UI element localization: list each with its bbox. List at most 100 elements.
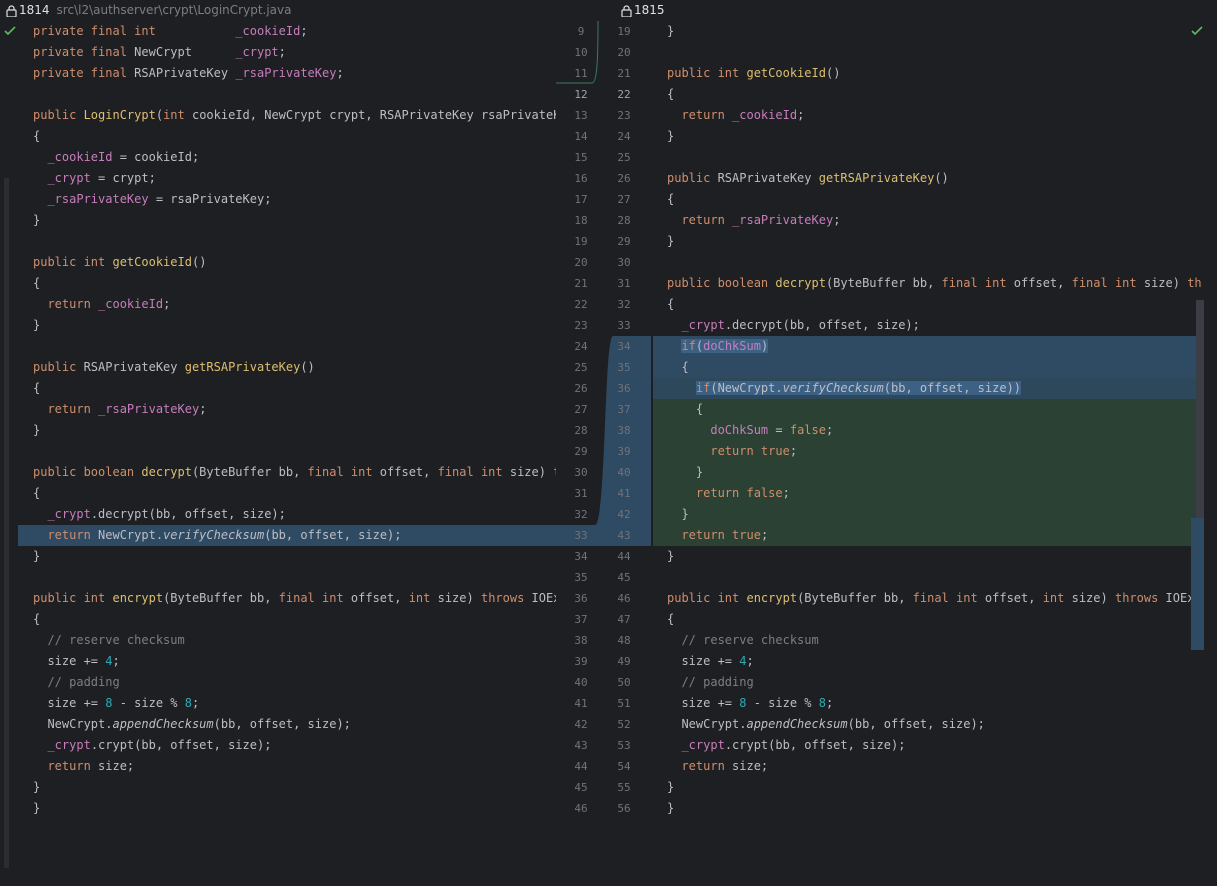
code-token: public int <box>667 66 747 80</box>
code-token: RSAPrivateKey <box>134 66 236 80</box>
code-token: _crypt <box>47 171 91 185</box>
code-token: ; <box>336 66 344 80</box>
code-token: _cookieId <box>235 24 301 38</box>
code-token: ; <box>746 654 754 668</box>
code-token: appendChecksum <box>746 717 848 731</box>
line-number: 29 <box>574 445 588 458</box>
line-number: 20 <box>574 256 588 269</box>
line-number-gutter: 9 19 10 20 11 21 12 22 13 23 14 24 15 25 16 26 17 27 18 28 1… <box>556 21 651 886</box>
line-number: 48 <box>617 634 631 647</box>
line-number: 45 <box>617 571 631 584</box>
line-number: 23 <box>574 319 588 332</box>
line-number: 29 <box>617 235 631 248</box>
code-token: = crypt; <box>90 171 156 185</box>
code-token: .decrypt(bb, offset, size); <box>724 318 920 332</box>
right-code-line: } <box>667 546 674 567</box>
code-token: // padding <box>681 675 754 689</box>
right-code-line: NewCrypt.appendChecksum(bb, offset, size… <box>667 714 984 735</box>
left-code-line: { <box>33 609 40 630</box>
code-token: // padding <box>47 675 120 689</box>
line-number: 42 <box>574 718 588 731</box>
code-token: encrypt <box>746 591 798 605</box>
right-code-line: return size; <box>667 756 768 777</box>
code-token: false <box>789 423 826 437</box>
line-number: 41 <box>574 697 588 710</box>
line-number: 24 <box>574 340 588 353</box>
line-number: 41 <box>617 487 631 500</box>
line-number: 22 <box>617 88 631 101</box>
code-token: ; <box>833 213 841 227</box>
right-code-pane[interactable]: } public int getCookieId(){ return _cooki… <box>651 21 1205 886</box>
right-code-line: } <box>667 126 674 147</box>
code-token: _crypt <box>681 738 725 752</box>
left-code-line: } <box>33 546 40 567</box>
code-token: ; <box>782 486 790 500</box>
code-token: _rsaPrivateKey <box>732 213 834 227</box>
code-token: throws <box>480 591 532 605</box>
code-token: NewCrypt <box>134 45 236 59</box>
code-token: public <box>33 360 84 374</box>
code-token: { <box>667 402 704 416</box>
code-token: ; <box>797 108 805 122</box>
left-code-pane[interactable]: private final int _cookieId; private fina… <box>0 21 556 886</box>
right-code-line: { <box>667 189 674 210</box>
line-number: 50 <box>617 676 631 689</box>
right-code-line: { <box>667 357 688 378</box>
code-token: ; <box>163 297 171 311</box>
line-number: 27 <box>574 403 588 416</box>
right-code-line: return true; <box>667 441 797 462</box>
line-number: 35 <box>574 571 588 584</box>
code-token: final int <box>941 276 1014 290</box>
code-token: public boolean <box>667 276 776 290</box>
right-code-line: } <box>667 798 674 819</box>
line-number: 31 <box>574 487 588 500</box>
code-token: int <box>163 108 192 122</box>
line-number: 44 <box>574 760 588 773</box>
line-number: 21 <box>574 277 588 290</box>
code-token: cookieId, NewCrypt crypt, RSAPrivateKey … <box>191 108 556 122</box>
code-token: () <box>191 255 207 269</box>
scrollbar-track[interactable] <box>1203 21 1217 886</box>
line-number: 16 <box>574 172 588 185</box>
lock-icon <box>621 4 632 17</box>
line-number: 37 <box>617 403 631 416</box>
right-code-line: public int getCookieId() <box>667 63 840 84</box>
line-number: 43 <box>574 739 588 752</box>
line-number: 11 <box>574 67 588 80</box>
code-token: doChkSum <box>710 423 769 437</box>
code-token: _crypt <box>235 45 279 59</box>
line-number: 47 <box>617 613 631 626</box>
code-token: (bb, offset, size)) <box>883 381 1022 395</box>
line-number: 43 <box>617 529 631 542</box>
line-number: 9 <box>577 25 585 38</box>
code-token: ; <box>760 528 769 542</box>
left-code-line: private final RSAPrivateKey _rsaPrivateK… <box>33 63 344 84</box>
code-token: private final <box>33 66 135 80</box>
right-code-line: if(doChkSum) <box>667 336 769 357</box>
right-code-line: } <box>667 462 703 483</box>
left-code-line: _cookieId = cookieId; <box>33 147 199 168</box>
line-number: 20 <box>617 46 631 59</box>
right-code-line: { <box>667 294 674 315</box>
code-token: } <box>33 549 41 563</box>
code-token: size) <box>437 591 481 605</box>
right-code-line: size += 8 - size % 8; <box>667 693 833 714</box>
code-token: 8 <box>184 696 192 710</box>
left-code-line: return NewCrypt.verifyChecksum(bb, offse… <box>33 525 401 546</box>
right-code-line: public RSAPrivateKey getRSAPrivateKey() <box>667 168 949 189</box>
line-number: 35 <box>617 361 631 374</box>
code-token: { <box>667 192 675 206</box>
code-token: = cookieId; <box>112 150 200 164</box>
